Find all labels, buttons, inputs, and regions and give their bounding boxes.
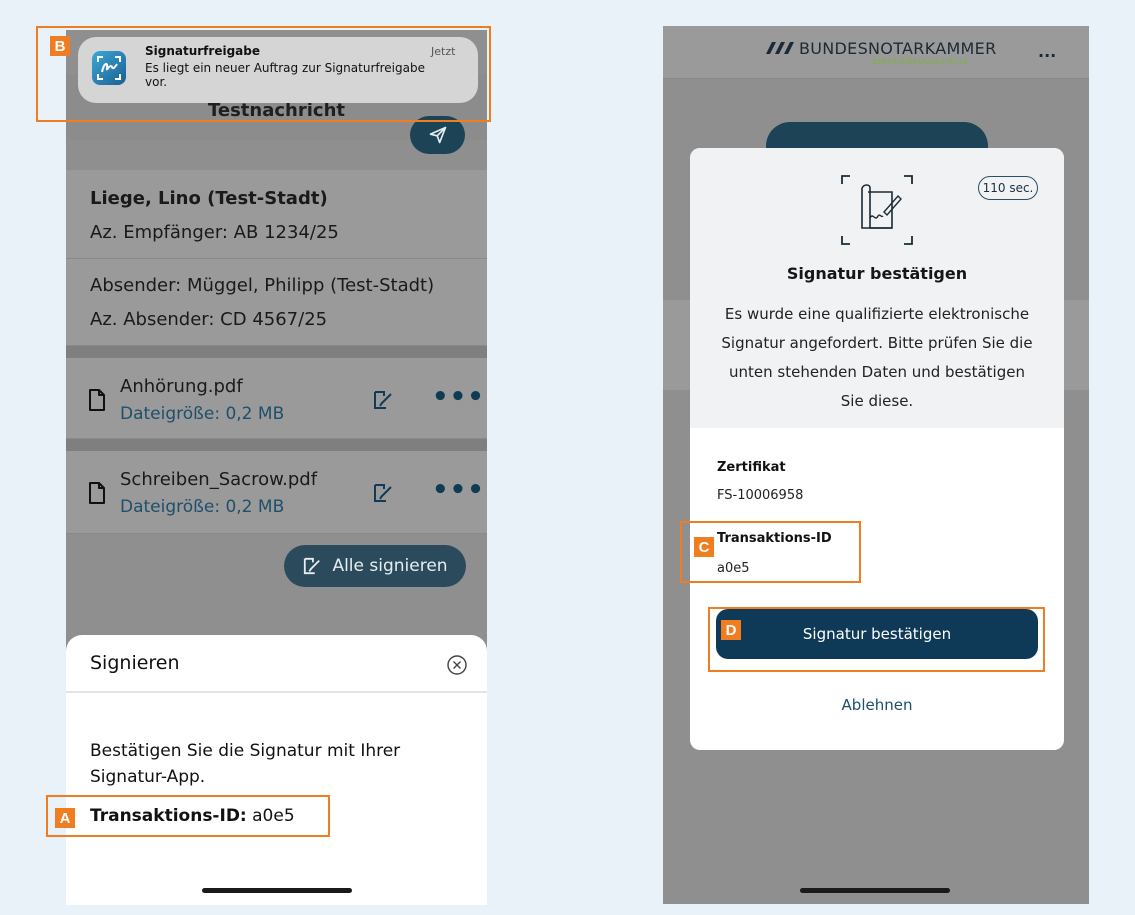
reject-button[interactable]: Ablehnen [690,696,1064,714]
sheet-divider [66,691,487,693]
document-signature-icon [841,175,913,245]
sign-document-icon[interactable] [372,390,394,410]
certificate-label: Zertifikat [717,460,786,475]
recipient-block: Liege, Lino (Test-Stadt) Az. Empfänger: … [66,170,487,259]
file-name: Schreiben_Sacrow.pdf [120,469,318,490]
dialog-title: Signatur bestätigen [786,264,968,283]
close-icon[interactable] [446,654,468,676]
sender-block: Absender: Müggel, Philipp (Test-Stadt) A… [66,259,487,346]
dialog-description: Es wurde eine qualifizierte elektronisch… [721,305,1033,410]
home-indicator [800,888,950,893]
file-name: Anhörung.pdf [120,376,243,397]
file-row[interactable]: Schreiben_Sacrow.pdf Dateigröße: 0,2 MB … [66,451,487,534]
more-options-icon[interactable]: ••• [432,382,485,412]
divider [66,346,487,358]
countdown-timer: 110 sec. [978,176,1038,200]
sheet-title: Signieren [90,652,180,674]
callout-b-frame [36,26,491,122]
document-icon [89,389,105,411]
sign-document-icon[interactable] [372,483,394,503]
recipient-reference: Az. Empfänger: AB 1234/25 [90,222,339,243]
paper-plane-icon [429,126,446,144]
brand-subtitle: ZERTIFIZIERUNGSSTELLE [872,58,969,66]
sign-all-button[interactable]: Alle signieren [284,545,466,587]
bnotk-logo-icon [766,42,794,54]
menu-icon[interactable]: ... [1038,42,1056,61]
sign-all-label: Alle signieren [332,556,448,576]
sender-reference: Az. Absender: CD 4567/25 [90,309,328,330]
certificate-value: FS-10006958 [717,488,804,503]
more-options-icon[interactable]: ••• [432,475,485,505]
callout-a-label: A [55,808,75,828]
home-indicator [202,888,352,893]
callout-a-frame [46,795,330,837]
file-size: Dateigröße: 0,2 MB [120,404,285,424]
document-icon [89,482,105,504]
callout-d-label: D [721,620,741,640]
file-row[interactable]: Anhörung.pdf Dateigröße: 0,2 MB ••• [66,358,487,439]
callout-c-label: C [694,537,714,557]
sender-name: Absender: Müggel, Philipp (Test-Stadt) [90,275,435,296]
sheet-instruction: Bestätigen Sie die Signatur mit Ihrer Si… [90,741,401,787]
brand-name: BUNDESNOTARKAMMER [799,39,997,58]
sign-document-icon [304,557,321,575]
file-size: Dateigröße: 0,2 MB [120,497,285,517]
recipient-name: Liege, Lino (Test-Stadt) [90,188,328,209]
callout-d-frame [708,607,1045,672]
divider [66,439,487,451]
callout-b-label: B [50,36,70,56]
